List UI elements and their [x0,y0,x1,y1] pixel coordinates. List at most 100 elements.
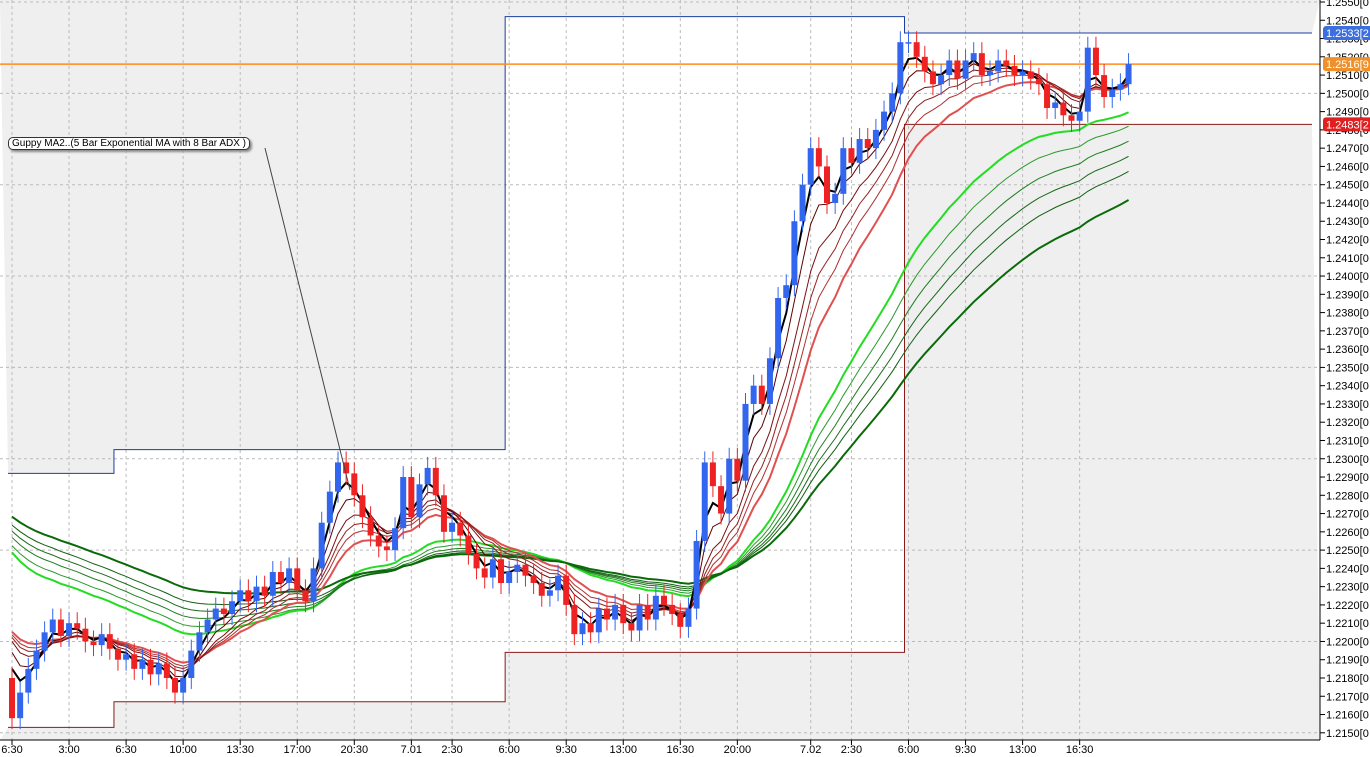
y-tick-label: 1.2320[0 [1326,417,1369,429]
candle-body [253,586,260,602]
x-tick-label: 2:30 [441,744,462,756]
y-tick-label: 1.2190[0 [1326,655,1369,667]
candle-body [204,619,211,633]
candle-body [408,477,415,518]
candle-body [669,604,676,615]
candle-body [701,462,708,541]
candle-body [881,111,888,130]
candle-body [538,582,545,596]
candle-body [693,540,700,609]
y-tick-label: 1.2390[0 [1326,289,1369,301]
candle-body [1019,71,1026,76]
y-tick-label: 1.2420[0 [1326,235,1369,247]
candle-body [815,148,822,167]
x-tick-label: 13:30 [226,744,254,756]
candle-body [506,572,513,583]
candle-body [326,491,333,523]
y-tick-label: 1.2220[0 [1326,600,1369,612]
candle-body [628,623,635,631]
candle-body [840,148,847,194]
candle-body [147,659,154,675]
y-tick-label: 1.2350[0 [1326,362,1369,374]
indicator-annotation[interactable]: Guppy MA2..(5 Bar Exponential MA with 8 … [8,137,250,150]
y-tick-label: 1.2340[0 [1326,381,1369,393]
candle-body [318,522,325,569]
candle-body [766,358,773,404]
x-tick-label: 20:00 [724,744,752,756]
candle-body [709,462,716,487]
candle-body [229,601,236,615]
candle-body [938,75,945,85]
y-tick-label: 1.2230[0 [1326,582,1369,594]
candle-body [848,148,855,163]
y-tick-label: 1.2160[0 [1326,710,1369,722]
candle-body [286,568,293,583]
y-tick-label: 1.2550[0 [1326,0,1369,9]
y-tick-label: 1.2490[0 [1326,107,1369,119]
candle-body [832,193,839,203]
candle-body [1011,65,1018,76]
candle-body [872,129,879,149]
candle-body [269,572,276,596]
candle-body [220,608,227,615]
x-tick-label: 7.02 [800,744,821,756]
candle-body [807,148,814,185]
candle-body [1109,89,1116,98]
candle-body [775,297,782,359]
x-tick-label: 6:30 [115,744,136,756]
price-chart[interactable]: 1.2550[01.2540[01.2530[01.2520[01.2510[0… [0,0,1370,757]
y-tick-label: 1.2200[0 [1326,636,1369,648]
candle-body [98,634,105,646]
candle-body [489,559,496,578]
y-tick-label: 1.2440[0 [1326,198,1369,210]
candle-body [1052,102,1059,108]
y-tick-label: 1.2260[0 [1326,527,1369,539]
candle-body [718,486,725,514]
candle-body [375,535,382,547]
candle-body [155,663,162,675]
y-tick-label: 1.2360[0 [1326,344,1369,356]
candle-body [987,71,993,76]
candle-body [440,495,447,532]
y-tick-label: 1.2470[0 [1326,143,1369,155]
y-tick-label: 1.2280[0 [1326,490,1369,502]
x-tick-label: 7.01 [401,744,422,756]
x-tick-label: 6:00 [498,744,519,756]
candle-body [106,634,113,649]
candle-body [563,575,570,605]
candle-body [1060,102,1067,116]
y-tick-label: 1.2400[0 [1326,271,1369,283]
candle-body [978,53,985,76]
candle-body [587,623,594,633]
candle-body [359,495,366,518]
candle-body [750,385,757,404]
candle-body [889,93,896,112]
x-tick-label: 3:00 [58,744,79,756]
candle-body [734,458,741,481]
y-tick-label: 1.2370[0 [1326,326,1369,338]
candle-body [652,595,659,620]
x-tick-label: 16:30 [667,744,695,756]
candle-body [856,139,863,163]
y-tick-label: 1.2300[0 [1326,454,1369,466]
candle-body [946,60,953,76]
candle-body [188,650,195,678]
candle-body [522,564,529,576]
candle-body [41,632,48,651]
candle-body [74,623,81,629]
candle-body [905,42,912,44]
candle-body [921,56,928,72]
candle-body [139,659,146,669]
candle-body [897,42,904,94]
candle-body [49,619,56,633]
y-tick-label: 1.2510[0 [1326,70,1369,82]
y-tick-label: 1.2240[0 [1326,563,1369,575]
y-tick-label: 1.2210[0 [1326,618,1369,630]
candle-body [1084,47,1091,112]
y-tick-label: 1.2450[0 [1326,180,1369,192]
candle-body [620,604,627,624]
candle-body [212,608,219,620]
candle-body [1044,84,1051,108]
candle-body [962,60,969,79]
candle-body [742,403,749,481]
